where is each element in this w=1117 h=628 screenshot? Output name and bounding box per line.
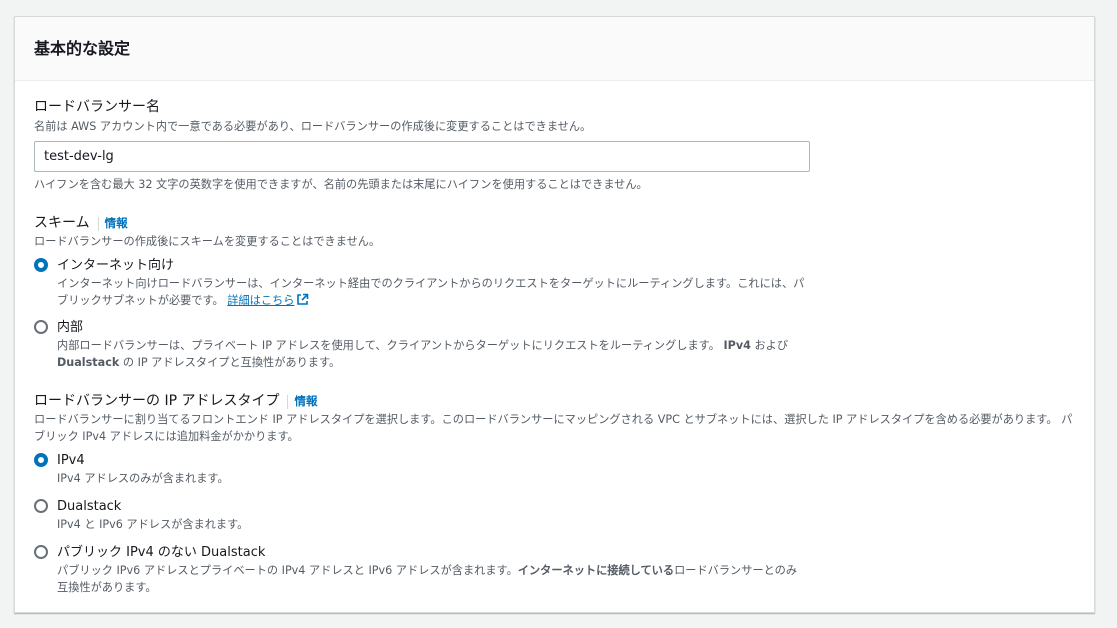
dualstack-no-public-ipv4-radio[interactable] (34, 545, 48, 559)
scheme-label-row: スキーム 情報 (34, 214, 1075, 233)
dualstack-no-public-ipv4-label: パブリック IPv4 のない Dualstack (57, 545, 266, 560)
external-link-icon (297, 293, 309, 305)
ip-type-label: ロードバランサーの IP アドレスタイプ (34, 393, 280, 409)
lb-name-field: ロードバランサー名 名前は AWS アカウント内で一意である必要があり、ロードバ… (34, 98, 1075, 193)
ip-type-info-link[interactable]: 情報 (294, 392, 317, 411)
panel-header: 基本的な設定 (15, 17, 1094, 81)
panel-title: 基本的な設定 (34, 39, 131, 58)
internet-facing-description: インターネット向けロードバランサーは、インターネット経由でのクライアントからのリ… (57, 277, 805, 307)
ip-type-option-dualstack-no-public-ipv4[interactable]: パブリック IPv4 のない Dualstack パブリック IPv6 アドレス… (34, 543, 1075, 596)
ip-type-field: ロードバランサーの IP アドレスタイプ 情報 ロードバランサーに割り当てるフロ… (34, 392, 1075, 596)
ipv4-description: IPv4 アドレスのみが含まれます。 (57, 472, 229, 485)
scheme-description: ロードバランサーの作成後にスキームを変更することはできません。 (34, 235, 381, 248)
scheme-info-link[interactable]: 情報 (105, 214, 128, 233)
lb-name-description: 名前は AWS アカウント内で一意である必要があり、ロードバランサーの作成後に変… (34, 120, 592, 133)
lb-name-constraint: ハイフンを含む最大 32 文字の英数字を使用できますが、名前の先頭または末尾にハ… (34, 178, 648, 191)
internal-description: 内部ロードバランサーは、プライベート IP アドレスを使用して、クライアントから… (57, 339, 789, 369)
ip-type-description: ロードバランサーに割り当てるフロントエンド IP アドレスタイプを選択します。こ… (34, 413, 1073, 443)
internet-facing-label: インターネット向け (57, 258, 175, 273)
internet-facing-radio[interactable] (34, 258, 48, 272)
ipv4-radio[interactable] (34, 453, 48, 467)
ip-type-option-dualstack[interactable]: Dualstack IPv4 と IPv6 アドレスが含まれます。 (34, 497, 1075, 533)
info-separator (97, 216, 99, 231)
ipv4-label: IPv4 (57, 453, 85, 468)
basic-settings-panel: 基本的な設定 ロードバランサー名 名前は AWS アカウント内で一意である必要が… (14, 16, 1095, 613)
internal-radio[interactable] (34, 320, 48, 334)
dualstack-label: Dualstack (57, 499, 122, 514)
scheme-label: スキーム (34, 215, 90, 231)
learn-more-link[interactable]: 詳細はこちら (227, 293, 309, 307)
internal-label: 内部 (57, 320, 84, 335)
ip-type-label-row: ロードバランサーの IP アドレスタイプ 情報 (34, 392, 1075, 411)
dualstack-no-public-ipv4-description: パブリック IPv6 アドレスとプライベートの IPv4 アドレスと IPv6 … (57, 564, 798, 594)
dualstack-description: IPv4 と IPv6 アドレスが含まれます。 (57, 518, 249, 531)
dualstack-radio[interactable] (34, 499, 48, 513)
ip-type-option-ipv4[interactable]: IPv4 IPv4 アドレスのみが含まれます。 (34, 451, 1075, 487)
scheme-option-internet-facing[interactable]: インターネット向け インターネット向けロードバランサーは、インターネット経由での… (34, 256, 1075, 309)
lb-name-input[interactable] (34, 141, 810, 172)
scheme-field: スキーム 情報 ロードバランサーの作成後にスキームを変更することはできません。 … (34, 214, 1075, 371)
info-separator (287, 394, 289, 409)
panel-body: ロードバランサー名 名前は AWS アカウント内で一意である必要があり、ロードバ… (15, 81, 1094, 596)
lb-name-label: ロードバランサー名 (34, 99, 160, 115)
scheme-option-internal[interactable]: 内部 内部ロードバランサーは、プライベート IP アドレスを使用して、クライアン… (34, 318, 1075, 371)
